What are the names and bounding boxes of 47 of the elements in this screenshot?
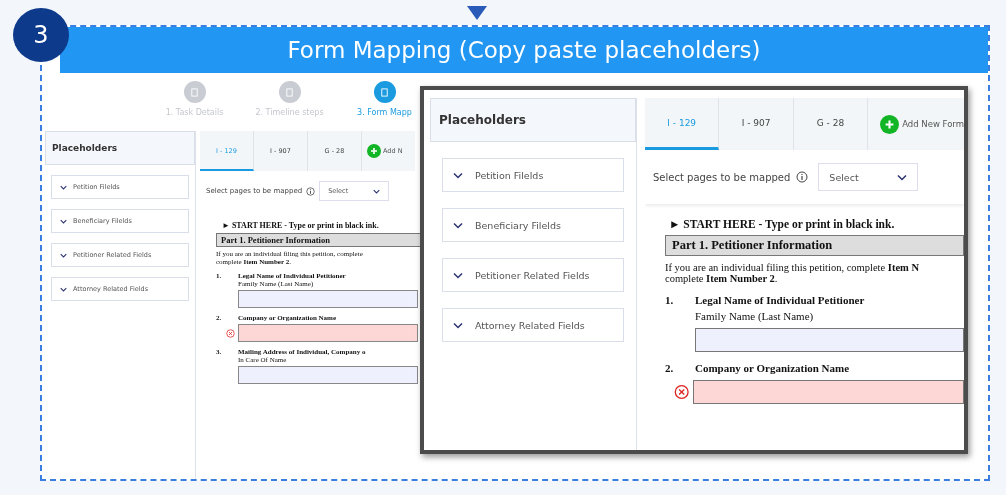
accordion-item[interactable]: Beneficiary Filelds xyxy=(442,208,624,242)
add-form-link[interactable]: Add New Form xyxy=(902,119,964,129)
chevron-down-icon xyxy=(373,188,381,194)
form-tab[interactable]: I - 907 xyxy=(719,98,794,150)
info-icon[interactable] xyxy=(306,186,316,196)
input-field[interactable] xyxy=(238,366,418,384)
accordion-item[interactable]: Attorney Related Fields xyxy=(442,308,624,342)
part-heading: Part 1. Petitioner Information xyxy=(216,233,421,247)
chevron-down-icon xyxy=(897,173,908,181)
panel-title: Placeholders xyxy=(430,98,636,142)
pages-dropdown[interactable]: Select xyxy=(818,163,919,191)
plus-icon[interactable] xyxy=(880,114,900,134)
intro-text: complete Item Number 2. xyxy=(665,273,779,284)
part-heading: Part 1. Petitioner Information xyxy=(665,235,964,256)
select-label: Select pages to be mapped xyxy=(653,171,791,183)
question-number: 2. xyxy=(665,362,675,374)
chevron-down-icon xyxy=(453,321,463,329)
step-icon[interactable] xyxy=(278,81,301,103)
intro-text: If you are an individual filing this petition, complete Item N xyxy=(665,262,920,273)
info-icon[interactable] xyxy=(796,171,809,183)
step-icon[interactable] xyxy=(373,81,396,103)
chevron-down-icon xyxy=(60,286,67,292)
form-instruction: ► START HERE - Type or print in black ink. xyxy=(669,218,895,230)
title-banner: Form Mapping (Copy paste placeholders) xyxy=(60,27,988,73)
chevron-down-icon xyxy=(453,221,463,229)
chevron-down-icon xyxy=(453,271,463,279)
question-title: Company or Organization Name xyxy=(695,362,850,374)
input-field[interactable] xyxy=(695,328,964,352)
accordion-item[interactable]: Petition Filelds xyxy=(442,158,624,192)
step-icon[interactable] xyxy=(183,81,206,103)
field-label: Family Name (Last Name) xyxy=(695,310,814,322)
chevron-down-icon xyxy=(60,218,67,224)
input-field[interactable] xyxy=(238,324,418,342)
form-instruction: ► START HERE - Type or print in black ink. xyxy=(222,221,379,230)
chevron-down-icon xyxy=(453,171,463,179)
chevron-down-icon xyxy=(60,184,67,190)
input-field[interactable] xyxy=(238,290,418,308)
form-tab[interactable]: G - 28 xyxy=(793,98,869,150)
step-badge: 3 xyxy=(13,8,69,62)
question-number: 1. xyxy=(665,294,675,306)
triangle-marker-icon xyxy=(467,6,487,20)
panel-title: Placeholders xyxy=(45,131,195,165)
chevron-down-icon xyxy=(60,252,67,258)
accordion-item[interactable]: Petitioner Related Fields xyxy=(442,258,624,292)
plus-icon[interactable] xyxy=(367,144,381,158)
question-title: Legal Name of Individual Petitioner xyxy=(695,294,865,306)
input-field[interactable] xyxy=(693,380,964,404)
